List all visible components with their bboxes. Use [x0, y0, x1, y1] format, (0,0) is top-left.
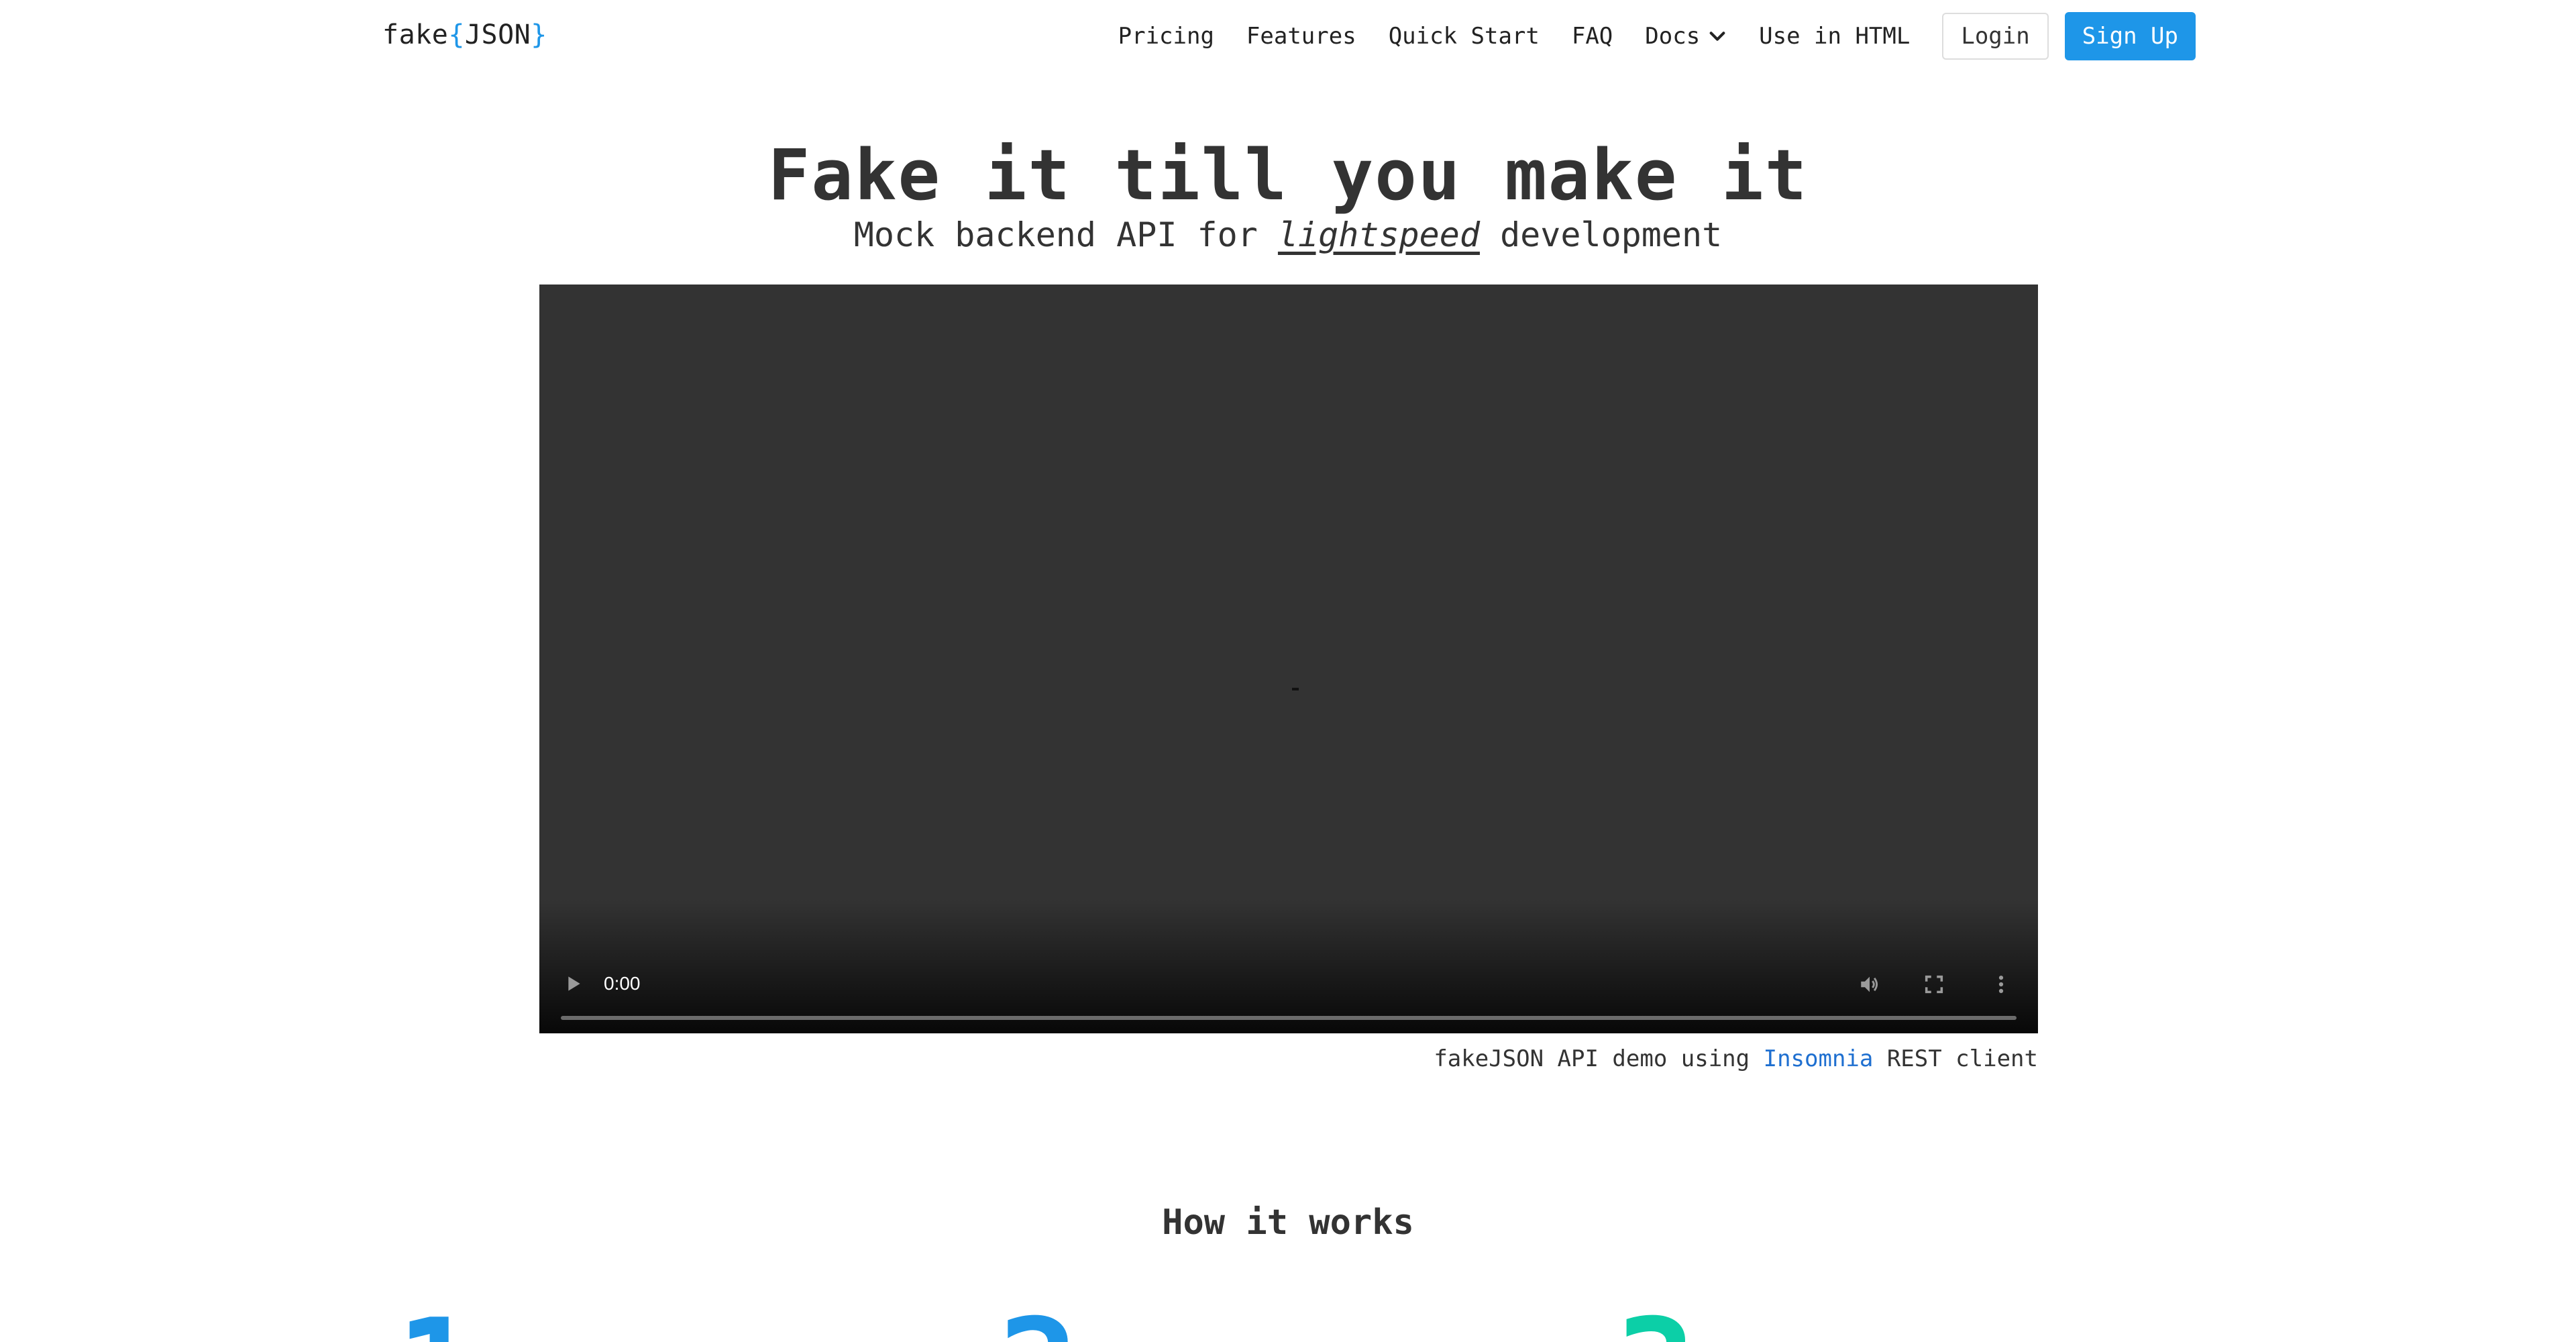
hero-subtitle: Mock backend API for lightspeed developm… — [0, 213, 2576, 256]
nav-item-quick-start[interactable]: Quick Start — [1373, 13, 1556, 59]
nav-item-use-in-html[interactable]: Use in HTML — [1743, 13, 1926, 59]
video-controls: 0:00 — [539, 946, 2038, 1033]
volume-icon[interactable] — [1858, 973, 1881, 996]
chevron-down-icon — [1709, 32, 1725, 41]
nav-item-docs[interactable]: Docs — [1629, 13, 1743, 59]
step-number-1: 1 — [396, 1302, 476, 1342]
logo-brace-open: { — [448, 19, 465, 50]
hero-subtitle-emphasis: lightspeed — [1277, 215, 1480, 254]
demo-video[interactable]: 0:00 — [539, 285, 2038, 1033]
video-caption-before: fakeJSON API demo using — [1434, 1045, 1764, 1072]
nav-item-docs-label: Docs — [1645, 23, 1701, 50]
video-caption: fakeJSON API demo using Insomnia REST cl… — [1434, 1044, 2038, 1074]
hero-subtitle-after: development — [1479, 215, 1723, 254]
login-button[interactable]: Login — [1942, 13, 2049, 60]
video-caption-after: REST client — [1873, 1045, 2038, 1072]
logo-brace-close: } — [531, 19, 547, 50]
logo-prefix: fake — [382, 19, 449, 50]
video-progress-bar[interactable] — [561, 1016, 2017, 1020]
play-icon[interactable] — [562, 973, 584, 994]
nav-item-pricing[interactable]: Pricing — [1102, 13, 1230, 59]
video-frame-artifact — [1292, 688, 1299, 690]
logo-name: JSON — [464, 19, 531, 50]
how-it-works-title: How it works — [1162, 1202, 1414, 1243]
nav-item-features[interactable]: Features — [1230, 13, 1373, 59]
navbar: fake{JSON} Pricing Features Quick Start … — [0, 0, 2576, 70]
step-number-2: 2 — [998, 1302, 1079, 1342]
insomnia-link[interactable]: Insomnia — [1764, 1045, 1874, 1072]
site-logo[interactable]: fake{JSON} — [382, 16, 547, 54]
hero-title: Fake it till you make it — [767, 134, 1809, 216]
nav-item-faq[interactable]: FAQ — [1556, 13, 1629, 59]
step-number-3: 3 — [1615, 1302, 1696, 1342]
nav-links: Pricing Features Quick Start FAQ Docs Us… — [1102, 12, 2196, 60]
fullscreen-icon[interactable] — [1923, 973, 1945, 996]
video-time: 0:00 — [604, 973, 641, 994]
more-options-icon[interactable] — [1990, 973, 2012, 996]
signup-button[interactable]: Sign Up — [2064, 12, 2196, 60]
hero-subtitle-before: Mock backend API for — [853, 215, 1278, 254]
